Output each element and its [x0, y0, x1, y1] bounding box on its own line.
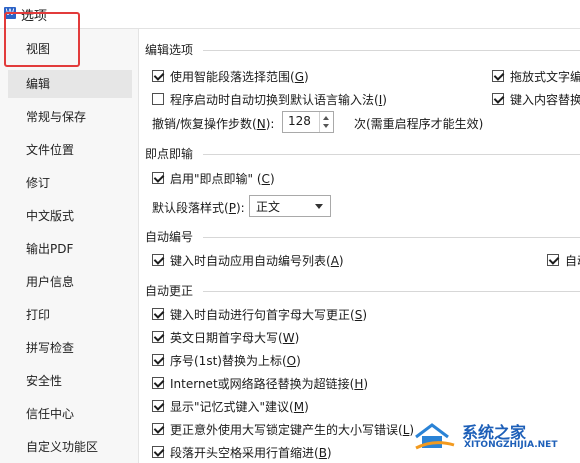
- undo-steps-value[interactable]: 128: [288, 114, 311, 128]
- autocorrect-label: 显示"记忆式键入"建议(M): [170, 400, 309, 414]
- section-title-auto-numbering: 自动编号: [145, 230, 194, 244]
- options-panel: 编辑选项 使用智能段落选择范围(G) 拖放式文字编 程序启动时自动切换到默认语言…: [139, 29, 580, 463]
- sidebar-item[interactable]: 常规与保存: [8, 103, 132, 131]
- default-style-select[interactable]: 正文: [249, 195, 331, 217]
- autocorrect-label: 序号(1st)替换为上标(O): [170, 354, 301, 368]
- autocorrect-checkbox[interactable]: [152, 308, 164, 320]
- section-title-autocorrect: 自动更正: [145, 284, 194, 298]
- sidebar-item[interactable]: 中文版式: [8, 202, 132, 230]
- spinner-arrows: [319, 112, 333, 132]
- section-divider: [203, 50, 580, 51]
- sidebar-item[interactable]: 自定义功能区: [8, 433, 132, 461]
- auto-numbering-right-label: 自动: [565, 254, 580, 268]
- autocorrect-label: 段落开头空格采用行首缩进(B): [170, 446, 332, 460]
- watermark-url: XITONGZHIJIA.NET: [464, 440, 558, 450]
- click-type-checkbox[interactable]: [152, 172, 164, 184]
- section-divider: [203, 237, 580, 238]
- default-style-value: 正文: [256, 200, 281, 214]
- undo-steps-label: 撤销/恢复操作步数(N):: [152, 117, 275, 131]
- autocorrect-checkbox[interactable]: [152, 377, 164, 389]
- sidebar-item[interactable]: 输出PDF: [8, 235, 132, 263]
- sidebar-item[interactable]: 修订: [8, 169, 132, 197]
- sidebar-item[interactable]: 安全性: [8, 367, 132, 395]
- sidebar-item[interactable]: 编辑: [8, 70, 132, 98]
- autocorrect-checkbox[interactable]: [152, 423, 164, 435]
- auto-list-label: 键入时自动应用自动编号列表(A): [170, 254, 344, 268]
- autocorrect-checkbox[interactable]: [152, 446, 164, 458]
- autocorrect-label: Internet或网络路径替换为超链接(H): [170, 377, 369, 391]
- section-divider: [203, 291, 580, 292]
- autocorrect-label: 键入时自动进行句首字母大写更正(S): [170, 308, 367, 322]
- autocorrect-checkbox[interactable]: [152, 354, 164, 366]
- sidebar-item[interactable]: 信任中心: [8, 400, 132, 428]
- spin-up-icon[interactable]: [323, 116, 329, 120]
- smart-select-checkbox[interactable]: [152, 70, 164, 82]
- watermark-logo: 系统之家 XITONGZHIJIA.NET: [414, 415, 576, 457]
- sidebar-item[interactable]: 文件位置: [8, 136, 132, 164]
- typing-replace-checkbox[interactable]: [492, 93, 504, 105]
- title-bar: W 选项: [0, 0, 580, 29]
- undo-steps-suffix: 次(需重启程序才能生效): [354, 117, 484, 131]
- sidebar: 视图 编辑 常规与保存 文件位置 修订 中文版式 输出PDF 用户信息 打印 拼写检查 安全性 信任中…: [0, 29, 139, 463]
- drag-drop-checkbox[interactable]: [492, 70, 504, 82]
- auto-numbering-right-checkbox[interactable]: [547, 254, 559, 266]
- chevron-down-icon: [315, 204, 323, 209]
- auto-switch-ime-checkbox[interactable]: [152, 93, 164, 105]
- sidebar-item[interactable]: 打印: [8, 301, 132, 329]
- section-title-edit-options: 编辑选项: [145, 43, 194, 57]
- section-title-click-type: 即点即输: [145, 147, 194, 161]
- autocorrect-checkbox[interactable]: [152, 400, 164, 412]
- autocorrect-label: 更正意外使用大写锁定键产生的大小写错误(L): [170, 423, 415, 437]
- section-divider: [203, 154, 580, 155]
- typing-replace-label: 键入内容替换: [510, 93, 580, 107]
- spin-down-icon[interactable]: [323, 124, 329, 128]
- sidebar-item[interactable]: 拼写检查: [8, 334, 132, 362]
- click-type-label: 启用"即点即输" (C): [170, 172, 275, 186]
- sidebar-item[interactable]: 用户信息: [8, 268, 132, 296]
- auto-list-checkbox[interactable]: [152, 254, 164, 266]
- autocorrect-label: 英文日期首字母大写(W): [170, 331, 300, 345]
- drag-drop-label: 拖放式文字编: [510, 70, 580, 84]
- default-style-label: 默认段落样式(P):: [152, 201, 245, 215]
- undo-steps-spinner[interactable]: 128: [282, 111, 334, 133]
- autocorrect-checkbox[interactable]: [152, 331, 164, 343]
- smart-select-label: 使用智能段落选择范围(G): [170, 70, 309, 84]
- house-logo-icon: [415, 423, 455, 450]
- auto-switch-ime-label: 程序启动时自动切换到默认语言输入法(I): [170, 93, 387, 107]
- highlight-box: [4, 12, 80, 67]
